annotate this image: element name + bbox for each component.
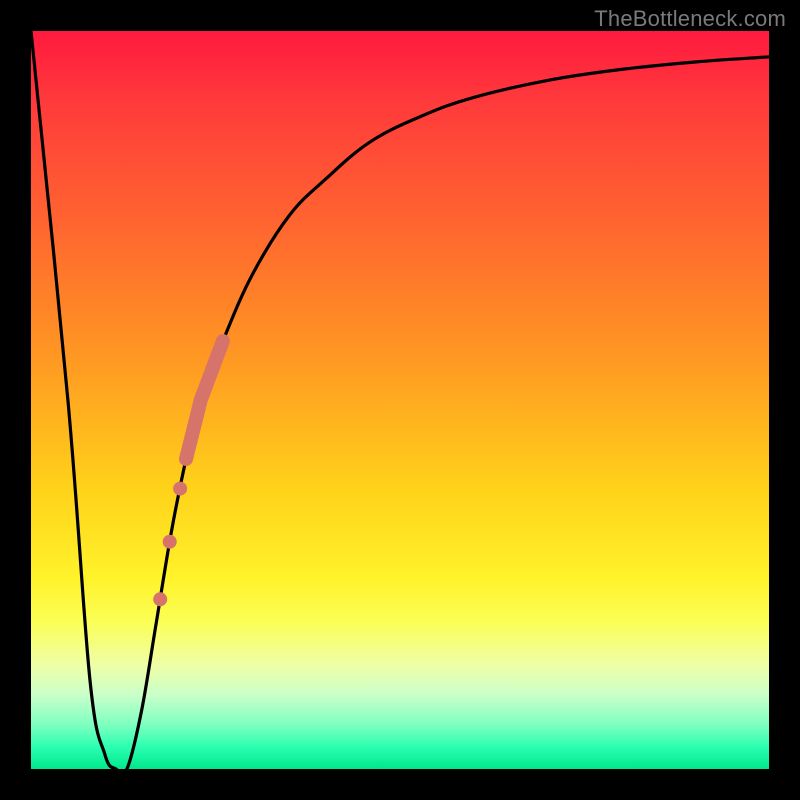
curve-svg [31, 31, 769, 769]
plot-area [31, 31, 769, 769]
chart-frame: TheBottleneck.com [0, 0, 800, 800]
highlight-dot [173, 482, 187, 496]
highlight-dots [153, 482, 187, 607]
watermark-text: TheBottleneck.com [594, 6, 786, 32]
highlight-dot [153, 592, 167, 606]
highlight-dot [163, 535, 177, 549]
highlight-segment [186, 341, 223, 459]
bottleneck-curve [31, 31, 769, 774]
